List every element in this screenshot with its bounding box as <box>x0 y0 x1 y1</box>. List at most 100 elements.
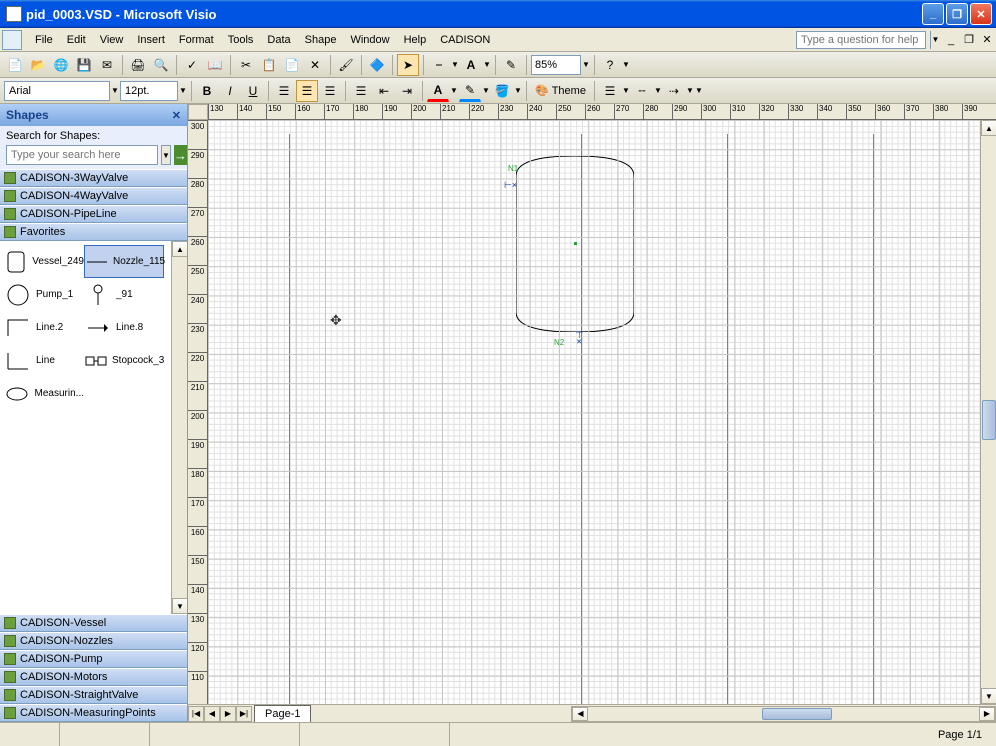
line-ends-dropdown-icon[interactable]: ▼ <box>686 86 694 95</box>
shape-line-2[interactable]: Line.2 <box>4 311 84 344</box>
line-color-dropdown-icon[interactable]: ▼ <box>482 86 490 95</box>
font-color-dropdown-icon[interactable]: ▼ <box>450 86 458 95</box>
menu-help[interactable]: Help <box>397 31 434 49</box>
shapes-close-icon[interactable]: ✕ <box>172 109 181 122</box>
bold-button[interactable]: B <box>196 80 218 102</box>
font-combo[interactable]: Arial <box>4 81 110 101</box>
align-right-button[interactable]: ☰ <box>319 80 341 102</box>
shape-stopcock-3[interactable]: Stopcock_3 <box>84 344 164 377</box>
line-weight-dropdown-icon[interactable]: ▼ <box>622 86 630 95</box>
stencil-cadison-pump[interactable]: CADISON-Pump <box>0 650 187 668</box>
shape-line-8[interactable]: Line.8 <box>84 311 164 344</box>
bullets-button[interactable]: ☰ <box>350 80 372 102</box>
shape-measurin---[interactable]: Measurin... <box>4 377 84 410</box>
help-search-input[interactable] <box>796 31 926 49</box>
menu-file[interactable]: File <box>28 31 60 49</box>
stencil-cadison-vessel[interactable]: CADISON-Vessel <box>0 614 187 632</box>
format-options-icon[interactable]: ▼ <box>695 86 703 95</box>
connection-point-2[interactable]: ⊢× <box>573 331 584 344</box>
indent-dec-button[interactable]: ⇤ <box>373 80 395 102</box>
scroll-down-icon[interactable]: ▼ <box>172 598 187 614</box>
shape-nozzle-115[interactable]: Nozzle_115 <box>84 245 164 278</box>
connector-button[interactable]: ⎯ <box>428 54 450 76</box>
stencil-cadison-motors[interactable]: CADISON-Motors <box>0 668 187 686</box>
menu-format[interactable]: Format <box>172 31 221 49</box>
drawing-canvas[interactable]: N1 N2 ⊢× ⊢× ✥ <box>208 120 980 704</box>
visio-icon[interactable] <box>2 30 22 50</box>
search-go-button[interactable]: → <box>174 145 187 165</box>
tab-prev-button[interactable]: ◀ <box>204 706 220 722</box>
font-color-button[interactable]: A <box>427 80 449 102</box>
format-painter-button[interactable]: 🖌 <box>335 54 357 76</box>
menu-window[interactable]: Window <box>343 31 396 49</box>
toolbar-options-icon[interactable]: ▼ <box>622 60 630 69</box>
page-tab[interactable]: Page-1 <box>254 705 311 722</box>
menu-cadison[interactable]: CADISON <box>433 31 497 49</box>
shape-vessel-249[interactable]: Vessel_249 <box>4 245 84 278</box>
vscroll-down-icon[interactable]: ▼ <box>981 688 996 704</box>
scroll-up-icon[interactable]: ▲ <box>172 241 187 257</box>
menu-insert[interactable]: Insert <box>130 31 172 49</box>
theme-button[interactable]: 🎨Theme <box>531 80 590 102</box>
vscroll-thumb[interactable] <box>982 400 996 440</box>
spell-button[interactable]: ✓ <box>181 54 203 76</box>
shapes-search-input[interactable] <box>6 145 158 165</box>
help-dropdown-icon[interactable]: ▼ <box>930 31 940 49</box>
hscroll-left-icon[interactable]: ◀ <box>572 707 588 721</box>
maximize-button[interactable]: ❐ <box>946 3 968 25</box>
tab-next-button[interactable]: ▶ <box>220 706 236 722</box>
shapes-button[interactable]: 🔷 <box>366 54 388 76</box>
fill-dropdown-icon[interactable]: ▼ <box>514 86 522 95</box>
menu-data[interactable]: Data <box>260 31 297 49</box>
paste-button[interactable]: 📄 <box>281 54 303 76</box>
doc-restore-icon[interactable]: ❐ <box>962 33 976 47</box>
tab-last-button[interactable]: ▶| <box>236 706 252 722</box>
pointer-tool-button[interactable]: ➤ <box>397 54 419 76</box>
search-dropdown-icon[interactable]: ▼ <box>161 145 171 165</box>
vscroll-up-icon[interactable]: ▲ <box>981 120 996 136</box>
zoom-combo[interactable]: 85% <box>531 55 581 75</box>
underline-button[interactable]: U <box>242 80 264 102</box>
shape-line[interactable]: Line <box>4 344 84 377</box>
copy-button[interactable]: 📋 <box>258 54 280 76</box>
menu-edit[interactable]: Edit <box>60 31 93 49</box>
save-button[interactable]: 💾 <box>73 54 95 76</box>
tab-first-button[interactable]: |◀ <box>188 706 204 722</box>
delete-button[interactable]: ✕ <box>304 54 326 76</box>
stencil-cadison-measuringpoints[interactable]: CADISON-MeasuringPoints <box>0 704 187 722</box>
stencil-cadison-nozzles[interactable]: CADISON-Nozzles <box>0 632 187 650</box>
zoom-dropdown-icon[interactable]: ▼ <box>582 60 590 69</box>
font-size-combo[interactable]: 12pt. <box>120 81 178 101</box>
print-button[interactable]: 🖨 <box>127 54 149 76</box>
doc-minimize-icon[interactable]: _ <box>944 33 958 47</box>
shape--91[interactable]: _91 <box>84 278 164 311</box>
line-color-button[interactable]: ✎ <box>459 80 481 102</box>
hscroll-right-icon[interactable]: ▶ <box>979 707 995 721</box>
open-button[interactable]: 📂 <box>27 54 49 76</box>
preview-button[interactable]: 🔍 <box>150 54 172 76</box>
favorites-scrollbar[interactable]: ▲ ▼ <box>171 241 187 614</box>
text-dropdown-icon[interactable]: ▼ <box>483 60 491 69</box>
ink-button[interactable]: ✎ <box>500 54 522 76</box>
stencil-favorites[interactable]: Favorites <box>0 223 187 241</box>
line-pattern-button[interactable]: ╌ <box>631 80 653 102</box>
fill-button[interactable]: 🪣 <box>491 80 513 102</box>
doc-close-icon[interactable]: ✕ <box>980 33 994 47</box>
help-button[interactable]: ? <box>599 54 621 76</box>
stencil-cadison-straightvalve[interactable]: CADISON-StraightValve <box>0 686 187 704</box>
italic-button[interactable]: I <box>219 80 241 102</box>
close-button[interactable]: ✕ <box>970 3 992 25</box>
shape-pump-1[interactable]: Pump_1 <box>4 278 84 311</box>
line-ends-button[interactable]: ⇢ <box>663 80 685 102</box>
horizontal-scrollbar[interactable]: ◀ ▶ <box>571 706 996 722</box>
font-dropdown-icon[interactable]: ▼ <box>111 86 119 95</box>
menu-shape[interactable]: Shape <box>298 31 344 49</box>
mail-button[interactable]: ✉ <box>96 54 118 76</box>
menu-tools[interactable]: Tools <box>221 31 261 49</box>
size-dropdown-icon[interactable]: ▼ <box>179 86 187 95</box>
line-weight-button[interactable]: ☰ <box>599 80 621 102</box>
stencil-cadison-4wayvalve[interactable]: CADISON-4WayValve <box>0 187 187 205</box>
indent-inc-button[interactable]: ⇥ <box>396 80 418 102</box>
minimize-button[interactable]: _ <box>922 3 944 25</box>
hscroll-thumb[interactable] <box>762 708 832 720</box>
